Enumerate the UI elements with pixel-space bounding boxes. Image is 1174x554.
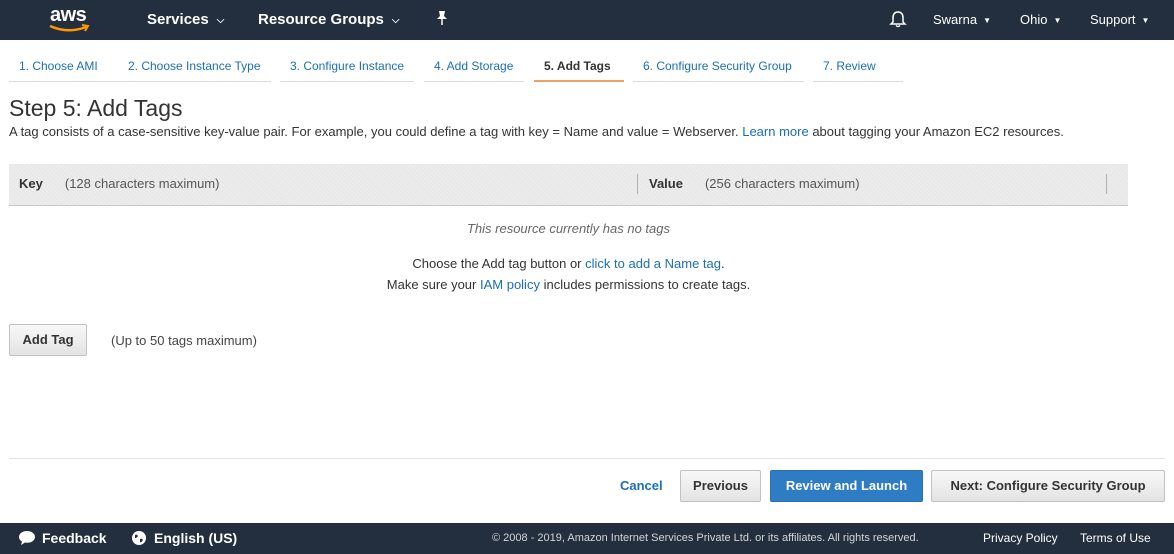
pin-icon[interactable] (435, 0, 449, 40)
tab-review[interactable]: 7. Review (813, 52, 903, 82)
tab-add-storage[interactable]: 4. Add Storage (424, 52, 524, 82)
key-header-hint: (128 characters maximum) (64, 176, 220, 191)
language-selector[interactable]: English (US) (131, 523, 237, 554)
help-line-1-period: . (721, 256, 725, 271)
chevron-down-icon: ▼ (1053, 16, 1062, 25)
value-header-label: Value (649, 176, 683, 191)
feedback-button[interactable]: Feedback (18, 523, 107, 554)
iam-policy-link[interactable]: IAM policy (480, 277, 540, 292)
help-line-1: Choose the Add tag button or click to ad… (9, 256, 1128, 271)
cancel-link[interactable]: Cancel (620, 478, 663, 493)
feedback-label: Feedback (42, 530, 107, 546)
user-label: Swarna (933, 12, 978, 27)
support-label: Support (1090, 12, 1136, 27)
user-menu[interactable]: Swarna ▼ (933, 0, 991, 40)
no-tags-message: This resource currently has no tags (466, 221, 671, 236)
chevron-down-icon: ▼ (983, 16, 991, 25)
value-header-hint: (256 characters maximum) (704, 176, 860, 191)
region-label: Ohio (1020, 12, 1048, 27)
tab-configure-security-group[interactable]: 6. Configure Security Group (633, 52, 804, 82)
services-label: Services (147, 11, 209, 28)
previous-button[interactable]: Previous (680, 470, 761, 502)
privacy-policy-link[interactable]: Privacy Policy (983, 523, 1058, 554)
intro-text-before: A tag consists of a case-sensitive key-v… (9, 124, 739, 139)
add-name-tag-link[interactable]: click to add a Name tag (585, 256, 721, 271)
next-configure-security-group-button[interactable]: Next: Configure Security Group (931, 470, 1165, 502)
globe-icon (132, 531, 146, 545)
aws-logo[interactable]: aws (48, 4, 96, 36)
smile-icon (49, 24, 90, 32)
help-line-1-text: Choose the Add tag button or (412, 256, 582, 271)
footer-divider (9, 458, 1165, 459)
tags-table-header: Key (128 characters maximum) Value (256 ch… (9, 164, 1128, 206)
review-and-launch-button[interactable]: Review and Launch (770, 470, 923, 502)
copyright-text: © 2008 - 2019, Amazon Internet Services … (492, 532, 919, 544)
column-divider[interactable] (1106, 174, 1107, 194)
region-menu[interactable]: Ohio ▼ (1020, 0, 1061, 40)
help-line-2-after: includes permissions to create tags. (543, 277, 751, 292)
key-header-label: Key (19, 176, 43, 191)
add-tag-hint: (Up to 50 tags maximum) (111, 333, 257, 348)
add-tag-button[interactable]: Add Tag (9, 324, 87, 356)
chevron-down-icon: ▼ (1141, 16, 1150, 25)
key-column-header: Key (128 characters maximum) (19, 164, 219, 206)
language-label: English (US) (154, 530, 238, 546)
footer: Feedback English (US) © 2008 - 2019, Ama… (0, 523, 1174, 554)
column-divider[interactable] (637, 174, 638, 194)
learn-more-link[interactable]: Learn more (742, 124, 808, 139)
resource-groups-menu[interactable]: Resource Groups ⌵ (258, 0, 399, 40)
bell-icon[interactable] (889, 0, 907, 40)
intro-text-after: about tagging your Amazon EC2 resources. (812, 124, 1064, 139)
tab-choose-instance-type[interactable]: 2. Choose Instance Type (118, 52, 271, 82)
page-title: Step 5: Add Tags (9, 95, 183, 121)
chevron-down-icon: ⌵ (391, 15, 400, 26)
support-menu[interactable]: Support ▼ (1090, 0, 1149, 40)
help-line-2-text: Make sure your (386, 277, 477, 292)
chevron-down-icon: ⌵ (216, 15, 225, 26)
speech-bubble-icon (19, 531, 35, 545)
intro-text: A tag consists of a case-sensitive key-v… (9, 124, 1064, 139)
tab-add-tags[interactable]: 5. Add Tags (534, 52, 624, 82)
tab-choose-ami[interactable]: 1. Choose AMI (9, 52, 118, 82)
help-line-2: Make sure your IAM policy includes permi… (9, 277, 1128, 292)
resource-groups-label: Resource Groups (258, 11, 384, 28)
tab-configure-instance[interactable]: 3. Configure Instance (280, 52, 414, 82)
services-menu[interactable]: Services ⌵ (147, 0, 224, 40)
value-column-header: Value (256 characters maximum) (649, 164, 860, 206)
terms-of-use-link[interactable]: Terms of Use (1080, 523, 1151, 554)
top-navbar: aws Services ⌵ Resource Groups ⌵ Swarna ▼ O… (0, 0, 1174, 40)
